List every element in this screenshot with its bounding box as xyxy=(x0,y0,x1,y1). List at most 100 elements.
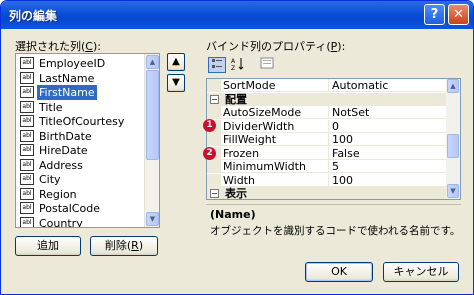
property-value[interactable]: NotSet xyxy=(329,106,447,119)
textbox-column-icon: abl xyxy=(20,71,34,84)
row-gutter xyxy=(207,79,221,92)
list-item[interactable]: abl Country xyxy=(18,216,144,227)
bound-column-properties-label: バインド列のプロパティ(P): xyxy=(206,38,345,54)
description-text: オブジェクトを識別するコードで使われる名前です。 xyxy=(210,225,461,237)
property-pages-icon xyxy=(260,57,274,69)
add-button[interactable]: 追加 xyxy=(15,236,81,256)
property-row[interactable]: DividerWidth 0 xyxy=(207,119,447,133)
scroll-up-arrow-icon[interactable]: ▲ xyxy=(146,55,159,69)
list-item[interactable]: abl Address xyxy=(18,158,144,173)
column-name: Address xyxy=(39,158,83,172)
property-name: AutoSizeMode xyxy=(221,106,329,119)
selected-columns-accesskey: C xyxy=(85,40,93,53)
property-value[interactable]: 100 xyxy=(329,174,447,187)
property-category-row[interactable]: − 配置 xyxy=(207,92,447,106)
list-item[interactable]: abl LastName xyxy=(18,71,144,86)
grid-scroll-down-icon[interactable]: ▼ xyxy=(447,184,459,198)
property-description: (Name) オブジェクトを識別するコードで使われる名前です。 xyxy=(206,204,461,249)
description-title: (Name) xyxy=(210,208,256,221)
column-name: BirthDate xyxy=(39,129,92,143)
column-name: FirstName xyxy=(37,85,97,100)
annotation-marker-1: 1 xyxy=(203,119,216,132)
list-item[interactable]: abl FirstName xyxy=(18,85,144,100)
annotation-marker-2: 2 xyxy=(203,147,216,160)
textbox-column-icon: abl xyxy=(20,202,34,214)
property-name: Width xyxy=(221,173,329,187)
column-name: EmployeeID xyxy=(39,57,106,70)
property-row[interactable]: SortMode Automatic xyxy=(207,79,447,92)
collapse-toggle-icon[interactable]: − xyxy=(210,189,219,198)
alphabetical-icon: AZ xyxy=(231,58,244,72)
list-item[interactable]: abl BirthDate xyxy=(18,129,144,144)
move-up-button[interactable]: ▲ xyxy=(167,53,185,71)
list-item[interactable]: abl EmployeeID xyxy=(18,56,144,71)
alphabetical-button[interactable]: AZ xyxy=(229,57,247,73)
property-name: Frozen xyxy=(221,146,329,160)
delete-button-end: ) xyxy=(138,239,144,252)
property-row[interactable]: AutoSizeMode NotSet xyxy=(207,106,447,119)
property-pages-button[interactable] xyxy=(258,57,276,73)
textbox-column-icon: abl xyxy=(20,129,34,142)
property-value[interactable]: Automatic xyxy=(329,79,447,92)
column-name: HireDate xyxy=(39,144,88,157)
up-arrow-icon: ▲ xyxy=(172,56,180,67)
property-value[interactable]: 100 xyxy=(329,133,447,146)
list-item[interactable]: abl Title xyxy=(18,100,144,115)
move-down-button[interactable]: ▼ xyxy=(167,74,185,92)
textbox-column-icon: abl xyxy=(20,144,34,156)
grid-scroll-thumb[interactable] xyxy=(447,134,459,158)
ok-button[interactable]: OK xyxy=(305,262,373,282)
textbox-column-icon: abl xyxy=(20,57,34,69)
category-label: 配置 xyxy=(225,92,247,106)
selected-columns-label-end: ): xyxy=(92,40,101,53)
selected-columns-list[interactable]: abl EmployeeID abl LastName abl FirstName abl T… xyxy=(15,53,160,228)
column-name: PostalCode xyxy=(39,202,100,215)
property-name: MinimumWidth xyxy=(221,160,329,173)
close-button[interactable]: ✕ xyxy=(448,4,469,25)
categorized-button[interactable] xyxy=(208,57,226,73)
property-row[interactable]: MinimumWidth 5 xyxy=(207,160,447,173)
cancel-button[interactable]: キャンセル xyxy=(383,262,459,282)
property-name: FillWeight xyxy=(221,133,329,146)
svg-text:Z: Z xyxy=(231,65,235,71)
categorized-icon xyxy=(212,59,222,68)
delete-button[interactable]: 削除(R) xyxy=(90,236,158,256)
selected-columns-label-text: 選択された列( xyxy=(15,40,86,53)
textbox-column-icon: abl xyxy=(20,158,34,171)
window-title: 列の編集 xyxy=(9,9,58,23)
property-row[interactable]: FillWeight 100 xyxy=(207,133,447,146)
column-name: LastName xyxy=(39,71,95,85)
property-value[interactable]: False xyxy=(329,147,447,160)
property-row[interactable]: Frozen False xyxy=(207,146,447,160)
help-button[interactable]: ? xyxy=(424,4,445,25)
list-item[interactable]: abl PostalCode xyxy=(18,201,144,216)
column-name: TitleOfCourtesy xyxy=(39,115,125,128)
scroll-down-arrow-icon[interactable]: ▼ xyxy=(146,212,159,226)
property-grid[interactable]: SortMode Automatic − 配置 AutoSizeMode NotSet Di… xyxy=(206,78,461,200)
list-item[interactable]: abl Region xyxy=(18,187,144,202)
column-name: Title xyxy=(39,100,63,114)
grid-scrollbar[interactable]: ▲ ▼ xyxy=(446,79,460,199)
collapse-toggle-icon[interactable]: − xyxy=(210,94,219,104)
list-item[interactable]: abl HireDate xyxy=(18,143,144,158)
property-value[interactable]: 5 xyxy=(329,160,447,173)
scroll-thumb[interactable] xyxy=(146,70,159,160)
down-arrow-icon: ▼ xyxy=(172,77,180,88)
list-scrollbar[interactable]: ▲ ▼ xyxy=(144,54,159,227)
property-value[interactable]: 0 xyxy=(329,120,447,133)
list-item[interactable]: abl TitleOfCourtesy xyxy=(18,114,144,129)
property-row[interactable]: Width 100 xyxy=(207,173,447,187)
title-bar[interactable]: 列の編集 ? ✕ xyxy=(1,1,473,29)
row-gutter xyxy=(207,133,221,146)
svg-text:A: A xyxy=(231,58,236,65)
grid-scroll-up-icon[interactable]: ▲ xyxy=(447,79,459,93)
textbox-column-icon: abl xyxy=(20,86,34,98)
property-category-row[interactable]: − 表示 xyxy=(207,187,447,199)
row-gutter xyxy=(207,106,221,119)
column-name: City xyxy=(39,173,61,186)
list-item[interactable]: abl City xyxy=(18,172,144,187)
textbox-column-icon: abl xyxy=(20,100,34,113)
textbox-column-icon: abl xyxy=(20,187,34,200)
properties-label-text: バインド列のプロパティ( xyxy=(206,40,331,53)
textbox-column-icon: abl xyxy=(20,173,34,185)
